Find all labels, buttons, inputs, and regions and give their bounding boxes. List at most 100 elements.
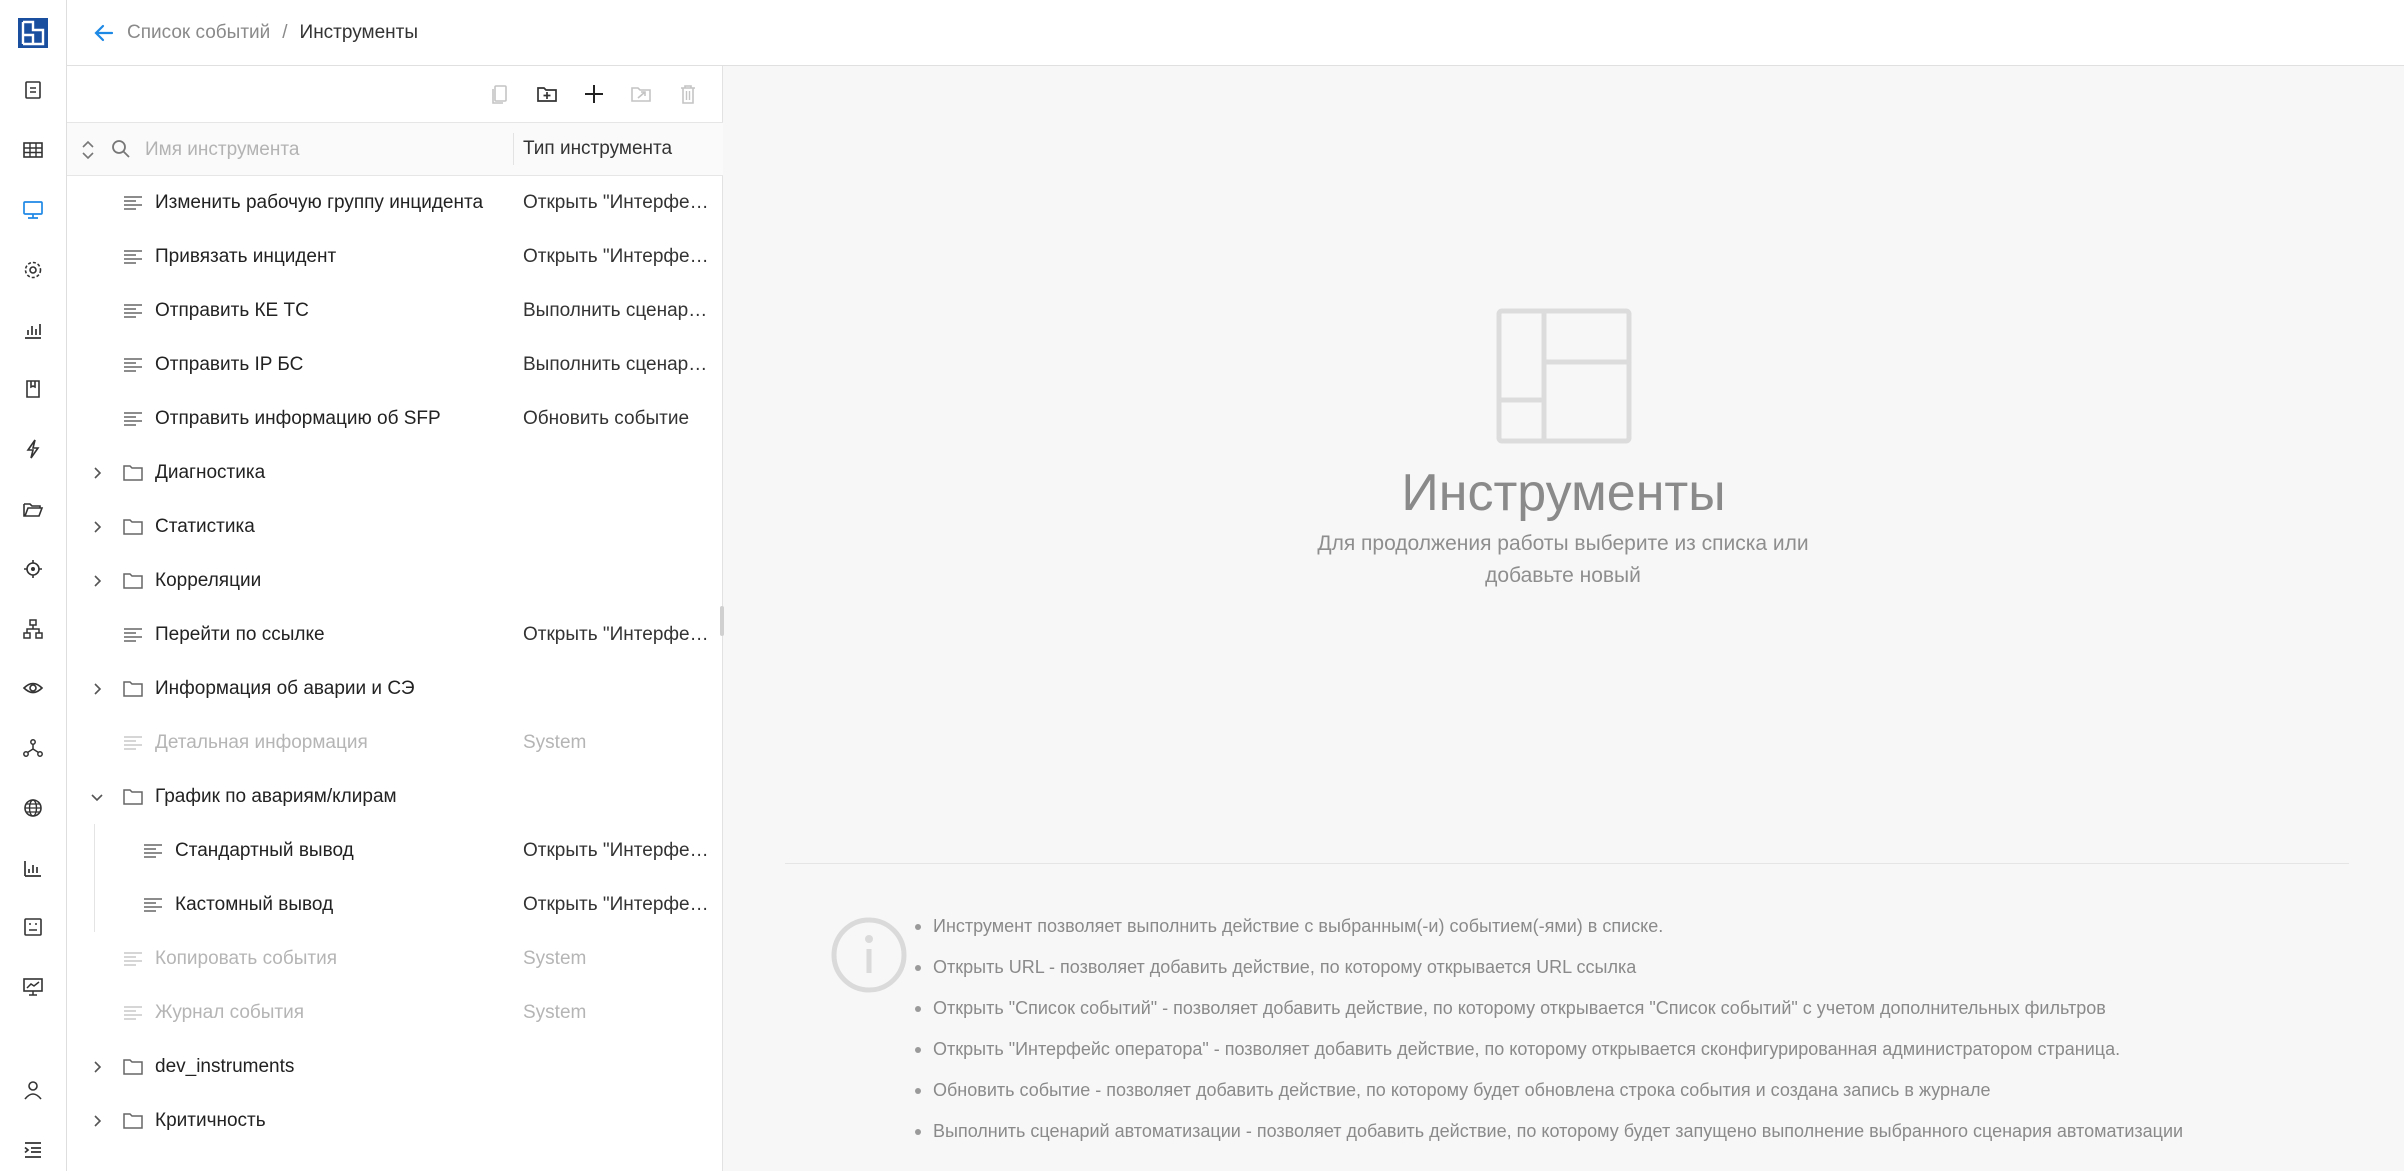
- back-arrow-icon[interactable]: [89, 18, 119, 48]
- eye-icon[interactable]: [14, 669, 52, 707]
- tree-row-name: Отправить КЕ ТС: [155, 300, 309, 321]
- move-icon[interactable]: [625, 78, 657, 110]
- tree-row-name: Статистика: [155, 516, 255, 537]
- dashboard-icon[interactable]: [14, 908, 52, 946]
- main-area: Инструменты Для продолжения работы выбер…: [723, 66, 2404, 1171]
- add-folder-icon[interactable]: [531, 78, 563, 110]
- chevron-right-icon[interactable]: [87, 463, 107, 483]
- tree-row-type: Открыть "Интерфейс оператора": [523, 246, 713, 267]
- empty-state-title: Инструменты: [1401, 464, 1726, 522]
- tree-folder-row[interactable]: Корреляции: [67, 554, 723, 608]
- tree-row-name: Перейти по ссылке: [155, 624, 325, 645]
- tree-row-name: Изменить рабочую группу инцидента: [155, 192, 484, 213]
- instrument-icon: [122, 355, 144, 375]
- tree-tool-row[interactable]: Привязать инцидент Открыть "Интерфейс опе…: [67, 230, 723, 284]
- info-list: Инструмент позволяет выполнить действие …: [914, 914, 2183, 1160]
- instrument-icon: [122, 409, 144, 429]
- folder-icon: [122, 517, 144, 537]
- folder-open-icon[interactable]: [14, 490, 52, 528]
- table-icon[interactable]: [14, 131, 52, 169]
- tree-row-name: Кастомный вывод: [175, 894, 334, 915]
- instrument-tree: Изменить рабочую группу инцидента Открыть…: [67, 176, 723, 1148]
- user-icon[interactable]: [14, 1071, 52, 1109]
- folder-icon: [122, 787, 144, 807]
- chart-icon[interactable]: [14, 311, 52, 349]
- tree-tool-row[interactable]: Изменить рабочую группу инцидента Открыть…: [67, 176, 723, 230]
- tree-tool-row[interactable]: Отправить IP БС Выполнить сценарий автома…: [67, 338, 723, 392]
- tree-folder-row[interactable]: Статистика: [67, 500, 723, 554]
- tree-folder-row[interactable]: Диагностика: [67, 446, 723, 500]
- tree-row-type: Обновить событие: [523, 408, 690, 429]
- tree-folder-row[interactable]: График по авариям/клирам: [67, 770, 723, 824]
- tree-row-type: Выполнить сценарий автоматизации: [523, 300, 713, 321]
- tree-row-name: Отправить информацию об SFP: [155, 408, 441, 429]
- monitor-icon[interactable]: [14, 191, 52, 229]
- tree-row-name: График по авариям/клирам: [155, 786, 397, 807]
- presentation-icon[interactable]: [14, 968, 52, 1006]
- tree-tool-row[interactable]: Журнал события System: [67, 986, 723, 1040]
- logo-icon[interactable]: [18, 18, 48, 48]
- chevron-right-icon[interactable]: [87, 1111, 107, 1131]
- tree-row-name: Отправить IP БС: [155, 354, 304, 375]
- chevron-down-icon[interactable]: [87, 787, 107, 807]
- tree-row-name: Копировать события: [155, 948, 338, 969]
- globe-icon[interactable]: [14, 789, 52, 827]
- folder-icon: [122, 571, 144, 591]
- tree-tool-row[interactable]: Детальная информация System: [67, 716, 723, 770]
- tree-row-type: System: [523, 948, 587, 969]
- tree-row-name: Детальная информация: [155, 732, 368, 753]
- instrument-icon: [122, 625, 144, 645]
- tree-row-type: Открыть "Интерфейс оператора": [523, 624, 713, 645]
- hierarchy-icon[interactable]: [14, 610, 52, 648]
- instrument-icon: [122, 301, 144, 321]
- plus-icon[interactable]: [578, 78, 610, 110]
- tree-tool-row[interactable]: Кастомный вывод Открыть "Интерфейс операт…: [67, 878, 723, 932]
- instrument-icon: [142, 895, 164, 915]
- tree-row-name: Диагностика: [155, 462, 266, 483]
- breadcrumb-event-list[interactable]: Список событий: [127, 22, 270, 44]
- tree-row-name: dev_instruments: [155, 1056, 295, 1077]
- tree-folder-row[interactable]: Информация об аварии и СЭ: [67, 662, 723, 716]
- tree-tool-row[interactable]: Отправить информацию об SFP Обновить собы…: [67, 392, 723, 446]
- lightning-icon[interactable]: [14, 430, 52, 468]
- menu-indent-icon[interactable]: [14, 1131, 52, 1169]
- tree-row-name: Привязать инцидент: [155, 246, 337, 267]
- gear-icon[interactable]: [14, 251, 52, 289]
- chevron-right-icon[interactable]: [87, 571, 107, 591]
- bar-chart-icon[interactable]: [14, 849, 52, 887]
- tree-row-name: Критичность: [155, 1110, 266, 1131]
- chevron-right-icon[interactable]: [87, 1057, 107, 1077]
- network-icon[interactable]: [14, 729, 52, 767]
- info-item: Инструмент позволяет выполнить действие …: [914, 914, 2183, 955]
- tree-row-type: System: [523, 1002, 587, 1023]
- reports-icon[interactable]: [14, 71, 52, 109]
- instrument-icon: [142, 841, 164, 861]
- column-header-type[interactable]: Тип инструмента: [523, 138, 672, 160]
- info-item: Открыть "Список событий" - позволяет доб…: [914, 996, 2183, 1037]
- folder-icon: [122, 1111, 144, 1131]
- divider: [785, 863, 2349, 864]
- book-icon[interactable]: [14, 370, 52, 408]
- nav-rail: [0, 0, 67, 1171]
- instrument-icon: [122, 733, 144, 753]
- info-icon: [831, 917, 907, 993]
- tree-row-type: Открыть "Интерфейс оператора": [523, 192, 713, 213]
- tree-tool-row[interactable]: Стандартный вывод Открыть "Интерфейс опер…: [67, 824, 723, 878]
- trash-icon[interactable]: [672, 78, 704, 110]
- column-divider: [513, 133, 514, 165]
- tree-tool-row[interactable]: Отправить КЕ ТС Выполнить сценарий автома…: [67, 284, 723, 338]
- chevron-right-icon[interactable]: [87, 517, 107, 537]
- tree-tool-row[interactable]: Перейти по ссылке Открыть "Интерфейс опер…: [67, 608, 723, 662]
- logo-placeholder-icon: [1496, 308, 1632, 444]
- search-input[interactable]: [143, 133, 567, 167]
- search-icon: [112, 140, 130, 158]
- sort-icon[interactable]: [79, 137, 97, 163]
- tree-folder-row[interactable]: Критичность: [67, 1094, 723, 1148]
- target-icon[interactable]: [14, 550, 52, 588]
- tree-folder-row[interactable]: dev_instruments: [67, 1040, 723, 1094]
- tree-tool-row[interactable]: Копировать события System: [67, 932, 723, 986]
- tree-row-name: Стандартный вывод: [175, 840, 354, 861]
- tree-guide-line: [94, 824, 95, 932]
- copy-icon[interactable]: [484, 78, 516, 110]
- chevron-right-icon[interactable]: [87, 679, 107, 699]
